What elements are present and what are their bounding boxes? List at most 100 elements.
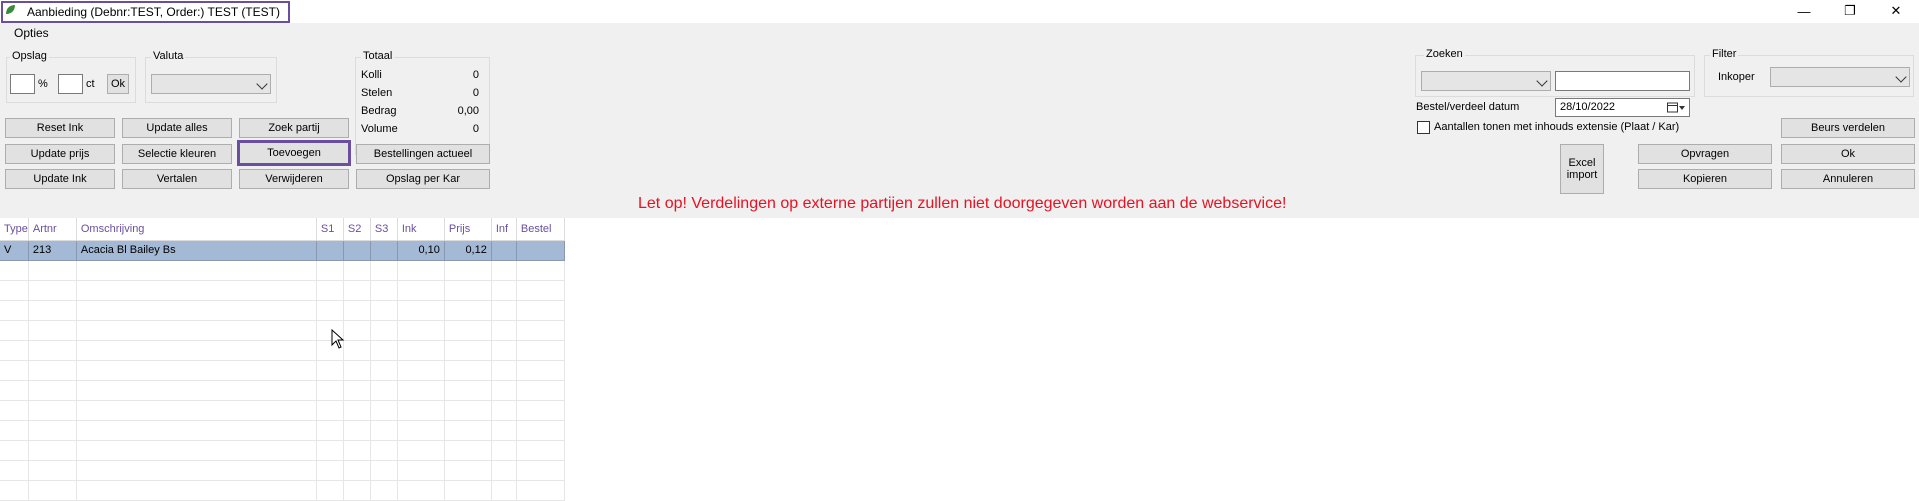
empty-cell[interactable] — [444, 380, 492, 401]
empty-cell[interactable] — [397, 480, 445, 501]
cell-omschrijving[interactable]: Acacia Bl Bailey Bs — [76, 240, 317, 261]
empty-cell[interactable] — [343, 480, 371, 501]
empty-cell[interactable] — [491, 280, 517, 301]
cell-artnr[interactable]: 213 — [28, 240, 77, 261]
empty-cell[interactable] — [316, 260, 344, 281]
empty-cell[interactable] — [0, 420, 29, 441]
empty-cell[interactable] — [28, 320, 77, 341]
empty-cell[interactable] — [444, 300, 492, 321]
table-row[interactable]: V 213 Acacia Bl Bailey Bs 0,10 0,12 — [0, 240, 565, 261]
empty-cell[interactable] — [316, 300, 344, 321]
selectie-kleuren-button[interactable]: Selectie kleuren — [122, 144, 232, 164]
empty-cell[interactable] — [76, 400, 317, 421]
datum-picker[interactable]: 28/10/2022 — [1555, 98, 1690, 117]
zoeken-input[interactable] — [1555, 71, 1690, 91]
empty-cell[interactable] — [516, 480, 565, 501]
empty-cell[interactable] — [343, 440, 371, 461]
empty-cell[interactable] — [397, 360, 445, 381]
cell-prijs[interactable]: 0,12 — [444, 240, 492, 261]
verwijderen-button[interactable]: Verwijderen — [239, 169, 349, 189]
empty-cell[interactable] — [343, 380, 371, 401]
col-header-inf[interactable]: Inf — [491, 218, 517, 241]
empty-cell[interactable] — [516, 440, 565, 461]
empty-cell[interactable] — [28, 400, 77, 421]
empty-cell[interactable] — [516, 280, 565, 301]
empty-cell[interactable] — [444, 260, 492, 281]
table-row[interactable] — [0, 380, 565, 401]
empty-cell[interactable] — [370, 440, 398, 461]
table-row[interactable] — [0, 260, 565, 281]
inkoper-select[interactable] — [1770, 67, 1910, 87]
empty-cell[interactable] — [491, 320, 517, 341]
empty-cell[interactable] — [343, 280, 371, 301]
empty-cell[interactable] — [316, 400, 344, 421]
empty-cell[interactable] — [0, 380, 29, 401]
col-header-s3[interactable]: S3 — [370, 218, 398, 241]
empty-cell[interactable] — [76, 360, 317, 381]
empty-cell[interactable] — [491, 460, 517, 481]
empty-cell[interactable] — [316, 440, 344, 461]
empty-cell[interactable] — [491, 420, 517, 441]
update-prijs-button[interactable]: Update prijs — [5, 144, 115, 164]
empty-cell[interactable] — [370, 300, 398, 321]
beurs-verdelen-button[interactable]: Beurs verdelen — [1781, 118, 1915, 138]
empty-cell[interactable] — [516, 380, 565, 401]
table-row[interactable] — [0, 360, 565, 381]
empty-cell[interactable] — [316, 360, 344, 381]
empty-cell[interactable] — [0, 440, 29, 461]
empty-cell[interactable] — [343, 420, 371, 441]
aantallen-checkbox[interactable] — [1417, 121, 1430, 134]
empty-cell[interactable] — [0, 460, 29, 481]
cell-bestel[interactable] — [516, 240, 565, 261]
empty-cell[interactable] — [444, 400, 492, 421]
table-row[interactable] — [0, 400, 565, 421]
empty-cell[interactable] — [491, 400, 517, 421]
empty-cell[interactable] — [491, 300, 517, 321]
empty-cell[interactable] — [397, 400, 445, 421]
col-header-s2[interactable]: S2 — [343, 218, 371, 241]
empty-cell[interactable] — [0, 260, 29, 281]
empty-cell[interactable] — [316, 480, 344, 501]
table-row[interactable] — [0, 460, 565, 481]
menu-opties[interactable]: Opties — [14, 26, 49, 40]
col-header-artnr[interactable]: Artnr — [28, 218, 77, 241]
empty-cell[interactable] — [76, 280, 317, 301]
empty-cell[interactable] — [28, 280, 77, 301]
empty-cell[interactable] — [76, 300, 317, 321]
empty-cell[interactable] — [343, 320, 371, 341]
empty-cell[interactable] — [397, 320, 445, 341]
empty-cell[interactable] — [370, 480, 398, 501]
empty-cell[interactable] — [370, 460, 398, 481]
empty-cell[interactable] — [28, 440, 77, 461]
table-row[interactable] — [0, 480, 565, 501]
empty-cell[interactable] — [316, 460, 344, 481]
empty-cell[interactable] — [397, 380, 445, 401]
empty-cell[interactable] — [343, 460, 371, 481]
empty-cell[interactable] — [343, 260, 371, 281]
col-header-s1[interactable]: S1 — [316, 218, 344, 241]
col-header-bestel[interactable]: Bestel — [516, 218, 565, 241]
empty-cell[interactable] — [397, 340, 445, 361]
empty-cell[interactable] — [370, 320, 398, 341]
empty-cell[interactable] — [343, 360, 371, 381]
maximize-button[interactable]: ❐ — [1827, 0, 1873, 22]
empty-cell[interactable] — [444, 280, 492, 301]
col-header-type[interactable]: Type — [0, 218, 29, 241]
empty-cell[interactable] — [491, 480, 517, 501]
reset-ink-button[interactable]: Reset Ink — [5, 118, 115, 138]
empty-cell[interactable] — [76, 440, 317, 461]
empty-cell[interactable] — [28, 460, 77, 481]
table-row[interactable] — [0, 300, 565, 321]
update-ink-button[interactable]: Update Ink — [5, 169, 115, 189]
empty-cell[interactable] — [397, 440, 445, 461]
empty-cell[interactable] — [370, 260, 398, 281]
valuta-select[interactable] — [151, 74, 271, 94]
empty-cell[interactable] — [76, 420, 317, 441]
empty-cell[interactable] — [516, 460, 565, 481]
zoeken-field-select[interactable] — [1421, 71, 1551, 91]
col-header-ink[interactable]: Ink — [397, 218, 445, 241]
opslag-ct-input[interactable] — [58, 74, 83, 94]
ok-button[interactable]: Ok — [1781, 144, 1915, 164]
opslag-ok-button[interactable]: Ok — [107, 74, 129, 94]
empty-cell[interactable] — [28, 300, 77, 321]
